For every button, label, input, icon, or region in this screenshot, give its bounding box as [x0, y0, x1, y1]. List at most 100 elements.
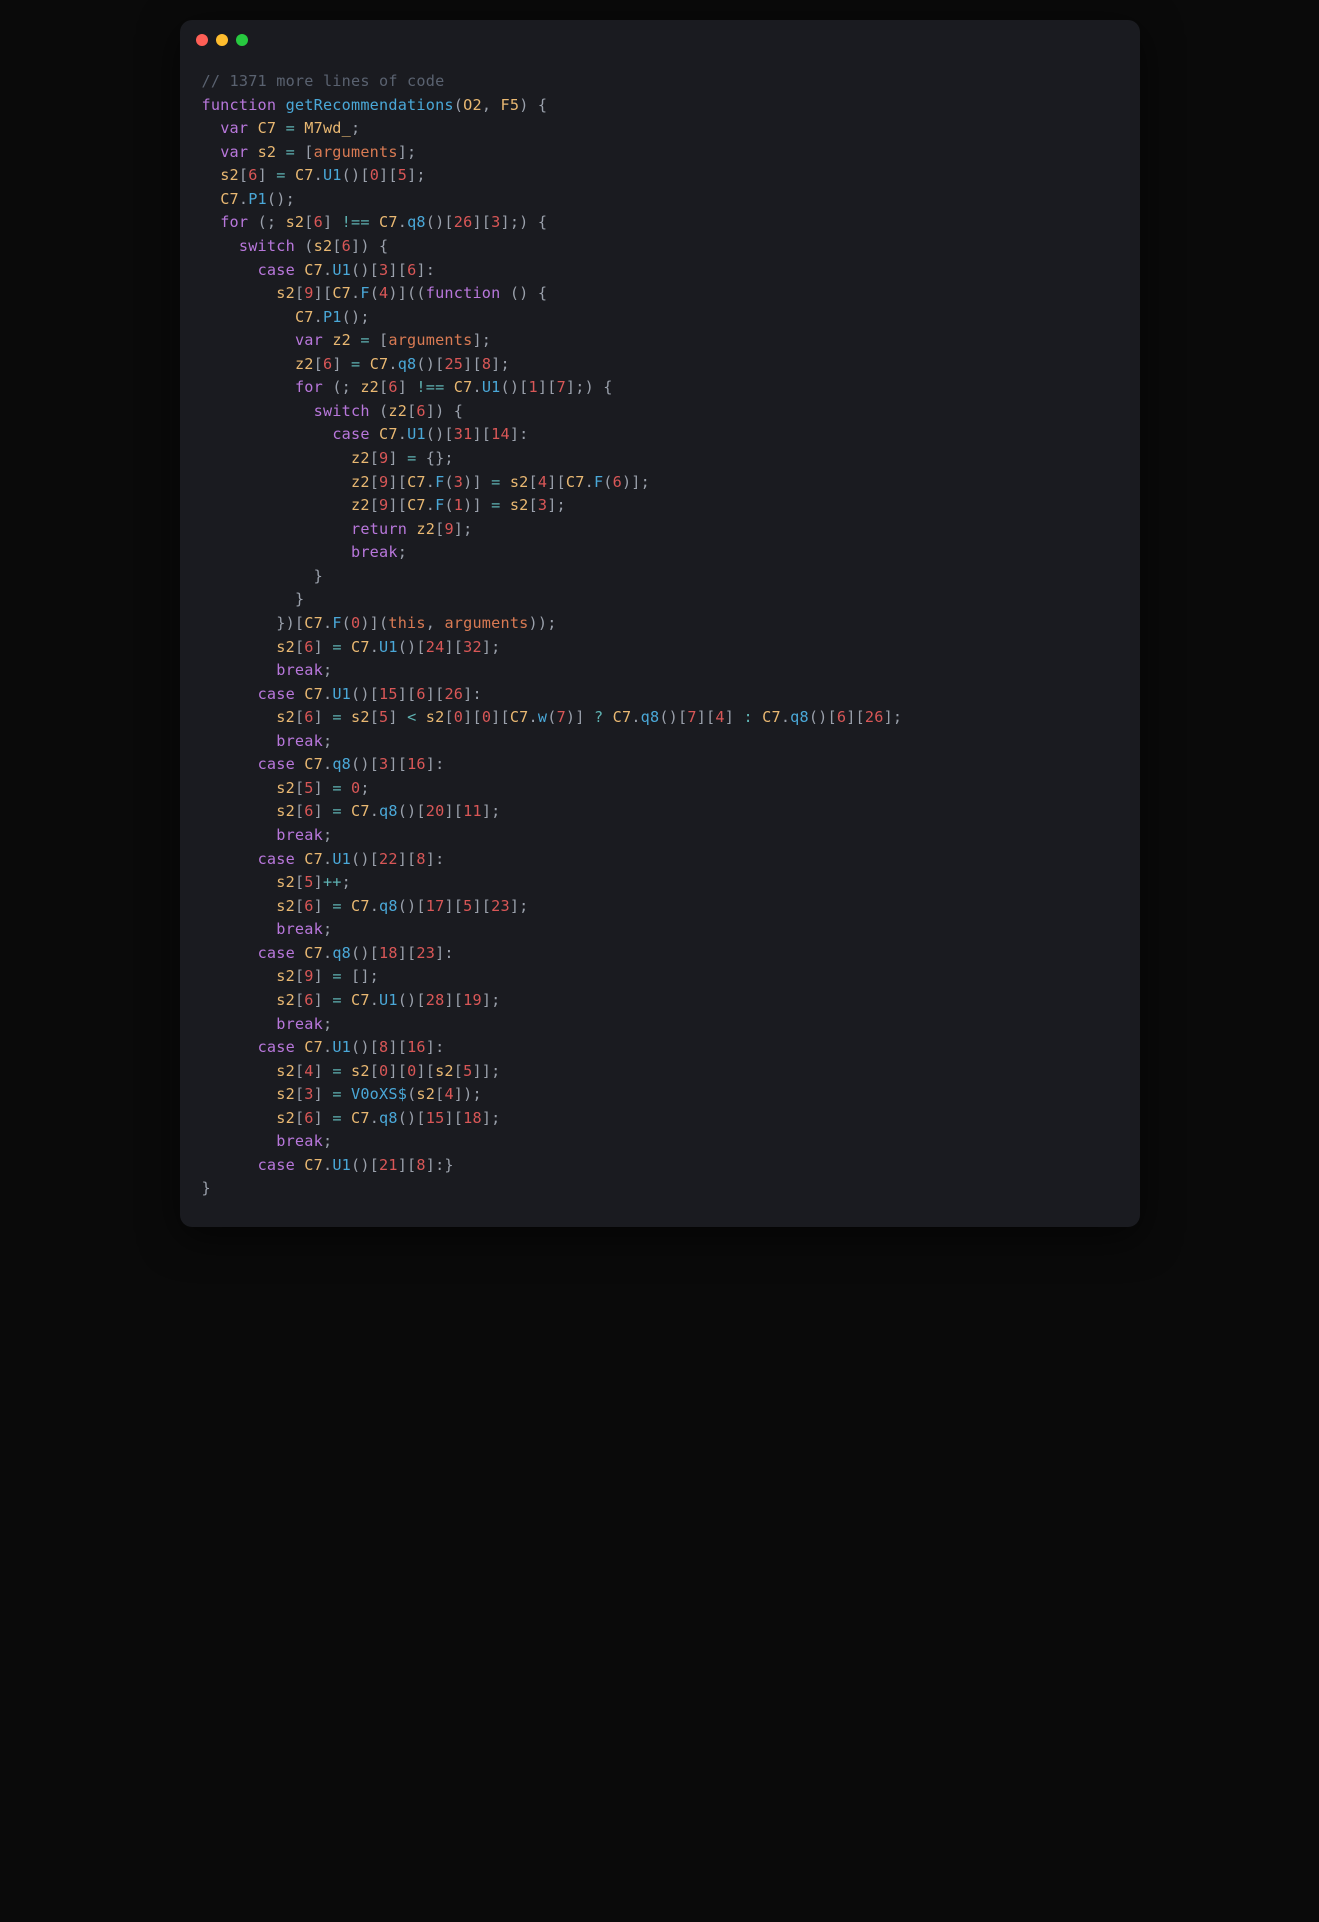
op: !== — [416, 378, 444, 396]
punct: ]: — [426, 1038, 445, 1056]
num: 6 — [248, 166, 257, 184]
op: = — [332, 1062, 341, 1080]
num: 22 — [379, 850, 398, 868]
id: s2 — [220, 166, 239, 184]
call: q8 — [398, 355, 417, 373]
punct: [ — [295, 991, 304, 1009]
punct: ];) { — [566, 378, 613, 396]
punct: } — [314, 567, 323, 585]
punct: ];) { — [501, 213, 548, 231]
num: 26 — [444, 685, 463, 703]
punct: ] — [314, 638, 333, 656]
punct: . — [585, 473, 594, 491]
num: 23 — [491, 897, 510, 915]
punct: ] — [388, 449, 407, 467]
traffic-light-minimize-icon[interactable] — [216, 34, 228, 46]
num: 6 — [304, 897, 313, 915]
num: 17 — [426, 897, 445, 915]
id: z2 — [388, 402, 407, 420]
call: q8 — [332, 944, 351, 962]
id: s2 — [286, 213, 305, 231]
call: F — [360, 284, 369, 302]
code-comment: // 1371 more lines of code — [202, 72, 445, 90]
punct: [ — [295, 284, 304, 302]
num: 0 — [370, 166, 379, 184]
punct: ]; — [482, 991, 501, 1009]
id: s2 — [276, 897, 295, 915]
num: 4 — [304, 1062, 313, 1080]
punct: ][ — [379, 166, 398, 184]
call: U1 — [332, 1156, 351, 1174]
punct: . — [370, 897, 379, 915]
num: 6 — [613, 473, 622, 491]
id: s2 — [426, 708, 445, 726]
call: q8 — [379, 897, 398, 915]
punct: ; — [323, 732, 332, 750]
punct: ; — [342, 873, 351, 891]
num: 0 — [351, 779, 360, 797]
num: 24 — [426, 638, 445, 656]
punct: )); — [529, 614, 557, 632]
keyword-for: for — [220, 213, 248, 231]
punct: ()[ — [342, 166, 370, 184]
punct: [ — [295, 802, 304, 820]
punct: [ — [295, 873, 304, 891]
id: s2 — [276, 802, 295, 820]
num: 5 — [304, 873, 313, 891]
punct: . — [323, 850, 332, 868]
op: < — [407, 708, 416, 726]
punct: ()[ — [351, 261, 379, 279]
id: s2 — [435, 1062, 454, 1080]
num: 0 — [454, 708, 463, 726]
punct: . — [370, 802, 379, 820]
code-editor[interactable]: // 1371 more lines of code function getR… — [180, 60, 1140, 1227]
punct: {}; — [426, 449, 454, 467]
num: 6 — [407, 261, 416, 279]
num: 4 — [538, 473, 547, 491]
num: 9 — [379, 496, 388, 514]
id: C7 — [351, 638, 370, 656]
punct: . — [323, 261, 332, 279]
punct: ( — [547, 708, 556, 726]
traffic-light-zoom-icon[interactable] — [236, 34, 248, 46]
id: C7 — [407, 473, 426, 491]
num: 6 — [304, 1109, 313, 1127]
num: 8 — [482, 355, 491, 373]
punct: [ — [407, 402, 416, 420]
punct: ] — [314, 1109, 333, 1127]
num: 6 — [304, 802, 313, 820]
punct: ( — [370, 284, 379, 302]
op: !== — [342, 213, 370, 231]
punct: [ — [295, 708, 304, 726]
keyword-case: case — [258, 944, 295, 962]
punct: ][ — [491, 708, 510, 726]
op: = — [332, 897, 341, 915]
punct: . — [323, 614, 332, 632]
num: 8 — [416, 850, 425, 868]
punct: ] — [725, 708, 744, 726]
op: = — [351, 355, 360, 373]
call: q8 — [379, 802, 398, 820]
op: = — [407, 449, 416, 467]
op: = — [332, 802, 341, 820]
function-name: getRecommendations — [286, 96, 454, 114]
punct: [ — [295, 1062, 304, 1080]
punct: ][ — [444, 897, 463, 915]
num: 7 — [557, 708, 566, 726]
num: 16 — [407, 1038, 426, 1056]
keyword-return: return — [351, 520, 407, 538]
num: 6 — [304, 638, 313, 656]
num: 7 — [557, 378, 566, 396]
punct: ] — [314, 802, 333, 820]
num: 20 — [426, 802, 445, 820]
num: 16 — [407, 755, 426, 773]
punct: ][ — [444, 638, 463, 656]
traffic-light-close-icon[interactable] — [196, 34, 208, 46]
punct: [ — [239, 166, 248, 184]
num: 0 — [379, 1062, 388, 1080]
num: 7 — [687, 708, 696, 726]
punct: ()[ — [351, 755, 379, 773]
punct: [ — [295, 638, 304, 656]
num: 3 — [454, 473, 463, 491]
id-c7: C7 — [258, 119, 277, 137]
